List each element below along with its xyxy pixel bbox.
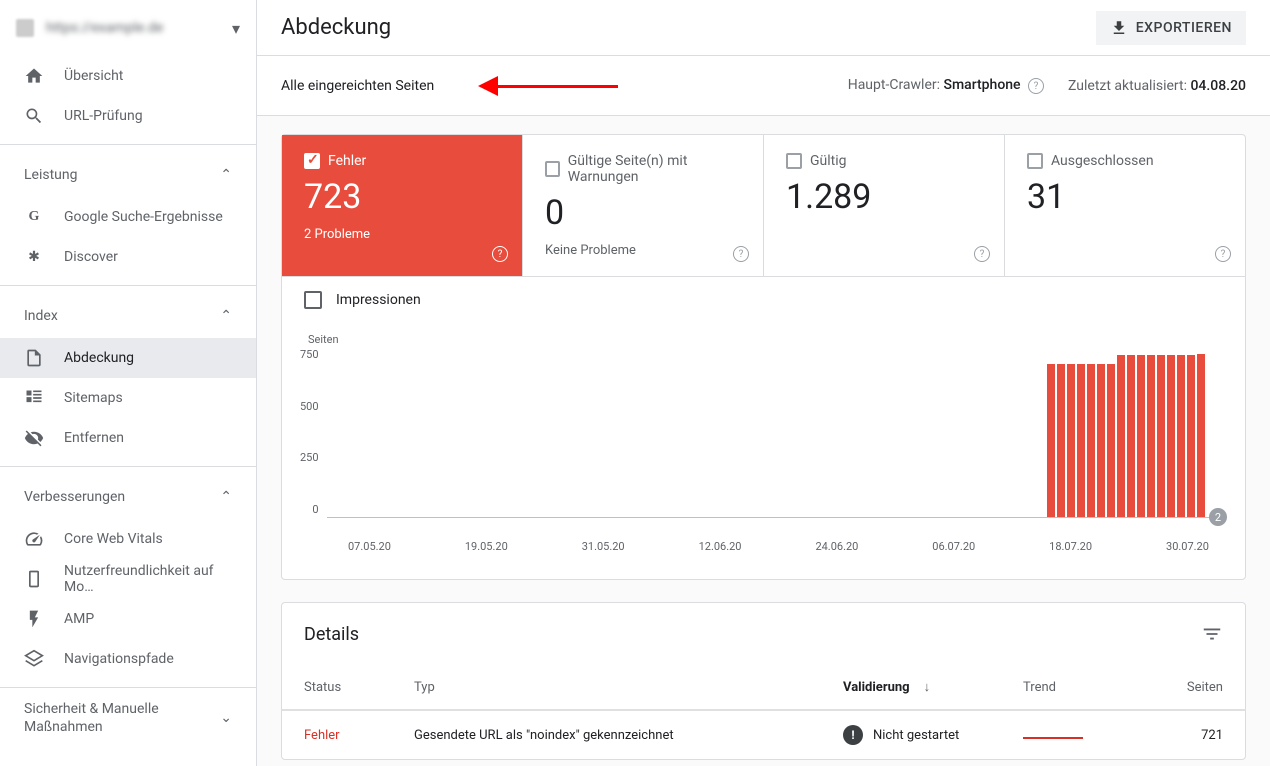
- chart-bar[interactable]: [1157, 355, 1165, 517]
- chart-bar[interactable]: [1167, 355, 1175, 517]
- checkbox-icon: [786, 153, 802, 169]
- help-icon[interactable]: ?: [974, 246, 990, 262]
- phone-icon: [24, 569, 44, 589]
- chart-bar[interactable]: [1197, 354, 1205, 517]
- scope-selector[interactable]: Alle eingereichten Seiten: [281, 78, 434, 94]
- page-title: Abdeckung: [281, 15, 391, 40]
- sidebar-item-cwv[interactable]: Core Web Vitals: [0, 519, 256, 559]
- filter-icon[interactable]: [1201, 623, 1223, 645]
- topbar: Abdeckung EXPORTIEREN: [257, 0, 1270, 56]
- sidebar-item-breadcrumbs[interactable]: Navigationspfade: [0, 639, 256, 679]
- sitemap-icon: [24, 388, 44, 408]
- table-header: Status Typ Validierung↓ Trend Seiten: [282, 665, 1245, 710]
- chart-bar[interactable]: [1077, 364, 1085, 517]
- checkbox-icon: [545, 161, 560, 177]
- annotation-dot[interactable]: 2: [1209, 508, 1227, 526]
- stat-warnings[interactable]: Gültige Seite(n) mit Warnungen 0 Keine P…: [523, 135, 764, 276]
- sidebar-item-search-results[interactable]: G Google Suche-Ergebnisse: [0, 197, 256, 237]
- annotation-arrow: [478, 80, 618, 92]
- download-icon: [1110, 19, 1128, 37]
- checkbox-icon: [1027, 153, 1043, 169]
- caret-down-icon: ▾: [232, 19, 240, 38]
- chart-bar[interactable]: [1087, 364, 1095, 517]
- arrow-down-icon: ↓: [924, 679, 931, 695]
- x-axis: 07.05.20 19.05.20 31.05.20 12.06.20 24.0…: [300, 540, 1227, 553]
- chart-bar[interactable]: [1097, 364, 1105, 517]
- sidebar-item-discover[interactable]: ✱ Discover: [0, 237, 256, 277]
- chart-bar[interactable]: [1117, 355, 1125, 517]
- details-card: Details Status Typ Validierung↓ Trend Se…: [281, 602, 1246, 760]
- help-icon[interactable]: ?: [492, 246, 508, 262]
- sidebar-item-label: URL-Prüfung: [64, 108, 143, 124]
- updated-info: Zuletzt aktualisiert: 04.08.20: [1068, 78, 1246, 94]
- chart-bar[interactable]: [1047, 364, 1055, 517]
- chart-bar[interactable]: [1187, 355, 1195, 517]
- crawler-info: Haupt-Crawler: Smartphone ?: [848, 77, 1044, 95]
- coverage-summary-card: Fehler 723 2 Probleme ? Gültige Seite(n)…: [281, 134, 1246, 580]
- section-security[interactable]: Sicherheit & Manuelle Maßnahmen ⌄: [0, 696, 256, 740]
- checkbox-icon: [304, 291, 322, 309]
- y-axis: 750 500 250 0: [300, 348, 327, 518]
- checkbox-icon: [304, 153, 320, 169]
- sidebar-item-remove[interactable]: Entfernen: [0, 418, 256, 458]
- sidebar-item-amp[interactable]: AMP: [0, 599, 256, 639]
- section-index[interactable]: Index ⌃: [0, 294, 256, 338]
- help-icon[interactable]: ?: [733, 246, 749, 262]
- chevron-up-icon: ⌃: [220, 308, 232, 324]
- filter-row: Alle eingereichten Seiten Haupt-Crawler:…: [257, 56, 1270, 116]
- domain-label: https://example.de: [46, 20, 220, 36]
- sidebar-item-label: Übersicht: [64, 68, 123, 84]
- sidebar-item-urlcheck[interactable]: URL-Prüfung: [0, 96, 256, 136]
- details-title: Details: [304, 624, 359, 645]
- section-leistung[interactable]: Leistung ⌃: [0, 153, 256, 197]
- stat-excluded[interactable]: Ausgeschlossen 31 ?: [1005, 135, 1245, 276]
- document-icon: [24, 348, 44, 368]
- sidebar-item-mobile[interactable]: Nutzerfreundlichkeit auf Mo…: [0, 559, 256, 599]
- plot-area: 2: [327, 348, 1227, 518]
- home-icon: [24, 66, 44, 86]
- chart-bar[interactable]: [1147, 355, 1155, 517]
- sidebar-item-sitemaps[interactable]: Sitemaps: [0, 378, 256, 418]
- chart-bar[interactable]: [1107, 364, 1115, 517]
- sidebar-item-coverage[interactable]: Abdeckung: [0, 338, 256, 378]
- impressions-toggle[interactable]: Impressionen: [282, 276, 1245, 323]
- section-verbesserungen[interactable]: Verbesserungen ⌃: [0, 475, 256, 519]
- chart-bar[interactable]: [1057, 364, 1065, 517]
- chevron-down-icon: ⌄: [220, 710, 232, 726]
- google-icon: G: [24, 207, 44, 227]
- sidebar-item-overview[interactable]: Übersicht: [0, 56, 256, 96]
- error-badge-icon: !: [843, 725, 863, 745]
- chart-bar[interactable]: [1137, 355, 1145, 517]
- help-icon[interactable]: ?: [1028, 78, 1044, 94]
- chart-bar[interactable]: [1177, 355, 1185, 517]
- chevron-up-icon: ⌃: [220, 167, 232, 183]
- sort-validation[interactable]: Validierung↓: [843, 679, 1023, 695]
- discover-icon: ✱: [24, 247, 44, 267]
- coverage-chart: Seiten 750 500 250 0 2 07.05.20 19.0: [282, 323, 1245, 579]
- search-icon: [24, 106, 44, 126]
- main-content: Abdeckung EXPORTIEREN Alle eingereichten…: [257, 0, 1270, 766]
- layers-icon: [24, 649, 44, 669]
- table-row[interactable]: Fehler Gesendete URL als "noindex" geken…: [282, 710, 1245, 759]
- help-icon[interactable]: ?: [1215, 246, 1231, 262]
- chart-bar[interactable]: [1067, 364, 1075, 517]
- visibility-off-icon: [24, 428, 44, 448]
- chart-bar[interactable]: [1127, 355, 1135, 517]
- chevron-up-icon: ⌃: [220, 489, 232, 505]
- bolt-icon: [24, 609, 44, 629]
- property-selector[interactable]: https://example.de ▾: [0, 0, 256, 56]
- speed-icon: [24, 529, 44, 549]
- trend-sparkline: [1023, 737, 1083, 739]
- sidebar: https://example.de ▾ Übersicht URL-Prüfu…: [0, 0, 257, 766]
- favicon: [16, 19, 34, 37]
- stat-fehler[interactable]: Fehler 723 2 Probleme ?: [282, 135, 523, 276]
- export-button[interactable]: EXPORTIEREN: [1096, 11, 1246, 45]
- stat-valid[interactable]: Gültig 1.289 ?: [764, 135, 1005, 276]
